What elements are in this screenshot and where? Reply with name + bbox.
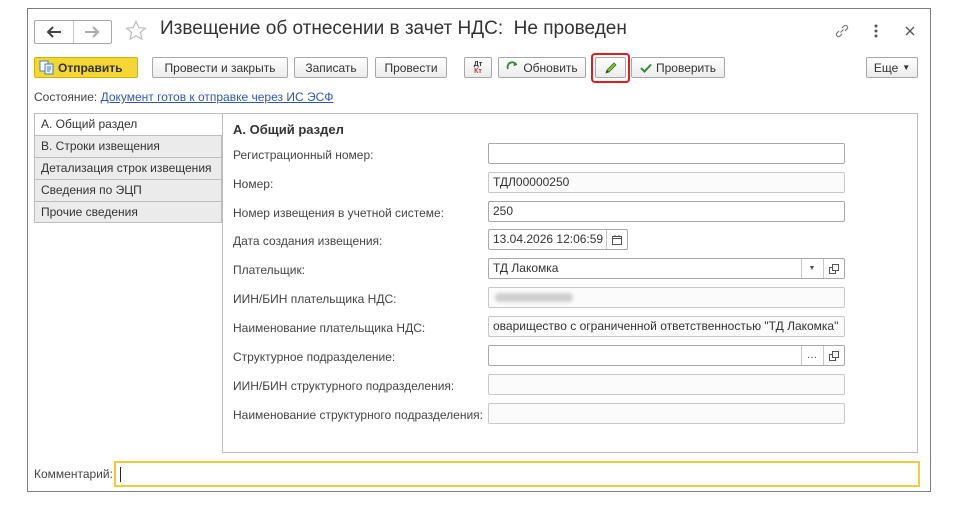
division-select-button[interactable]: … <box>801 346 822 365</box>
dropdown-icon: ▼ <box>808 265 816 272</box>
number-field[interactable]: ТДЛ00000250 <box>488 172 845 193</box>
calendar-button[interactable] <box>606 230 627 249</box>
text-caret <box>120 467 121 482</box>
redacted-value <box>495 293 573 302</box>
division-bin-label: ИИН/БИН структурного подразделения: <box>233 379 455 393</box>
number-label: Номер: <box>233 177 274 191</box>
refresh-icon <box>507 61 518 70</box>
post-label: Провести <box>384 60 438 75</box>
payer-name-label: Наименование плательщика НДС: <box>233 321 426 335</box>
general-section-panel: А. Общий раздел Регистрационный номер: Н… <box>222 113 918 453</box>
checkmark-icon <box>640 63 652 73</box>
forward-arrow-icon <box>85 26 100 38</box>
close-icon[interactable] <box>902 22 918 40</box>
section-title: А. Общий раздел <box>233 122 344 137</box>
star-icon[interactable] <box>124 19 148 43</box>
more-button[interactable]: Еще ▼ <box>866 57 918 78</box>
acc-number-field[interactable]: 250 <box>488 201 845 222</box>
division-label: Структурное подразделение: <box>233 350 396 364</box>
status-link[interactable]: Документ готов к отправке через ИС ЭСФ <box>101 90 334 104</box>
document-type-title: Извещение об отнесении в зачет НДС: <box>160 18 504 39</box>
window-controls <box>834 22 918 40</box>
check-label: Проверить <box>655 60 716 75</box>
save-button[interactable]: Записать <box>294 57 368 78</box>
acc-number-label: Номер извещения в учетной системе: <box>233 206 445 220</box>
tab-digital-signature[interactable]: Сведения по ЭЦП <box>34 179 222 201</box>
tab-line-details[interactable]: Детализация строк извещения <box>34 157 222 179</box>
send-button[interactable]: Отправить <box>34 57 138 78</box>
navigation-group <box>34 20 112 44</box>
tab-general[interactable]: А. Общий раздел <box>34 113 222 135</box>
payer-name-field[interactable]: овариществo с ограниченной ответственнос… <box>488 316 845 337</box>
created-date-field[interactable]: 13.04.2026 12:06:59 <box>488 229 628 250</box>
more-vertical-icon[interactable] <box>868 22 884 40</box>
payer-dropdown-button[interactable]: ▼ <box>801 259 822 278</box>
window-title: Извещение об отнесении в зачет НДС: Не п… <box>160 18 627 40</box>
open-icon <box>829 263 839 274</box>
section-tabs: А. Общий раздел В. Строки извещения Дета… <box>34 113 222 223</box>
dt-kt-icon: Дт Кт <box>474 61 482 75</box>
ellipsis-icon: … <box>806 349 818 361</box>
forward-button[interactable] <box>74 21 112 43</box>
created-date-value: 13.04.2026 12:06:59 <box>493 232 604 246</box>
open-icon <box>829 350 839 361</box>
edit-button-highlight <box>591 53 630 83</box>
more-label: Еще <box>873 60 899 75</box>
check-button[interactable]: Проверить <box>631 57 725 78</box>
status-row: Состояние: Документ готов к отправке чер… <box>34 90 333 104</box>
link-icon[interactable] <box>834 22 850 40</box>
payer-value: ТД Лакомка <box>493 261 559 275</box>
status-label: Состояние: <box>34 90 98 104</box>
payer-field[interactable]: ТД Лакомка ▼ <box>488 258 845 279</box>
comment-label: Комментарий: <box>34 467 113 481</box>
document-status-title: Не проведен <box>513 18 627 39</box>
kt-label: Кт <box>474 67 482 75</box>
dt-label: Дт <box>473 60 483 68</box>
back-arrow-icon <box>46 26 61 38</box>
division-field[interactable]: … <box>488 345 845 366</box>
payer-label: Плательщик: <box>233 263 306 277</box>
payer-bin-field[interactable] <box>488 287 845 308</box>
post-button[interactable]: Провести <box>375 57 447 78</box>
dt-kt-button[interactable]: Дт Кт <box>464 57 492 78</box>
document-window: Извещение об отнесении в зачет НДС: Не п… <box>27 8 931 492</box>
save-label: Записать <box>305 60 357 75</box>
created-date-label: Дата создания извещения: <box>233 234 383 248</box>
send-document-icon <box>39 60 54 75</box>
division-name-label: Наименование структурного подразделения: <box>233 408 484 422</box>
payer-open-button[interactable] <box>823 259 844 278</box>
comment-input[interactable] <box>114 461 920 487</box>
chevron-down-icon: ▼ <box>902 63 911 72</box>
reg-number-label: Регистрационный номер: <box>233 148 374 162</box>
refresh-button[interactable]: Обновить <box>498 57 586 78</box>
division-bin-field[interactable] <box>488 374 845 395</box>
division-open-button[interactable] <box>823 346 844 365</box>
refresh-label: Обновить <box>523 60 578 75</box>
back-button[interactable] <box>35 21 74 43</box>
division-name-field[interactable] <box>488 403 845 424</box>
tab-notice-lines[interactable]: В. Строки извещения <box>34 135 222 157</box>
calendar-icon <box>612 234 622 245</box>
payer-bin-label: ИИН/БИН плательщика НДС: <box>233 292 397 306</box>
send-button-label: Отправить <box>58 60 123 75</box>
post-and-close-label: Провести и закрыть <box>164 60 276 75</box>
tab-other-info[interactable]: Прочие сведения <box>34 201 222 223</box>
reg-number-field[interactable] <box>488 143 845 164</box>
post-and-close-button[interactable]: Провести и закрыть <box>152 57 288 78</box>
